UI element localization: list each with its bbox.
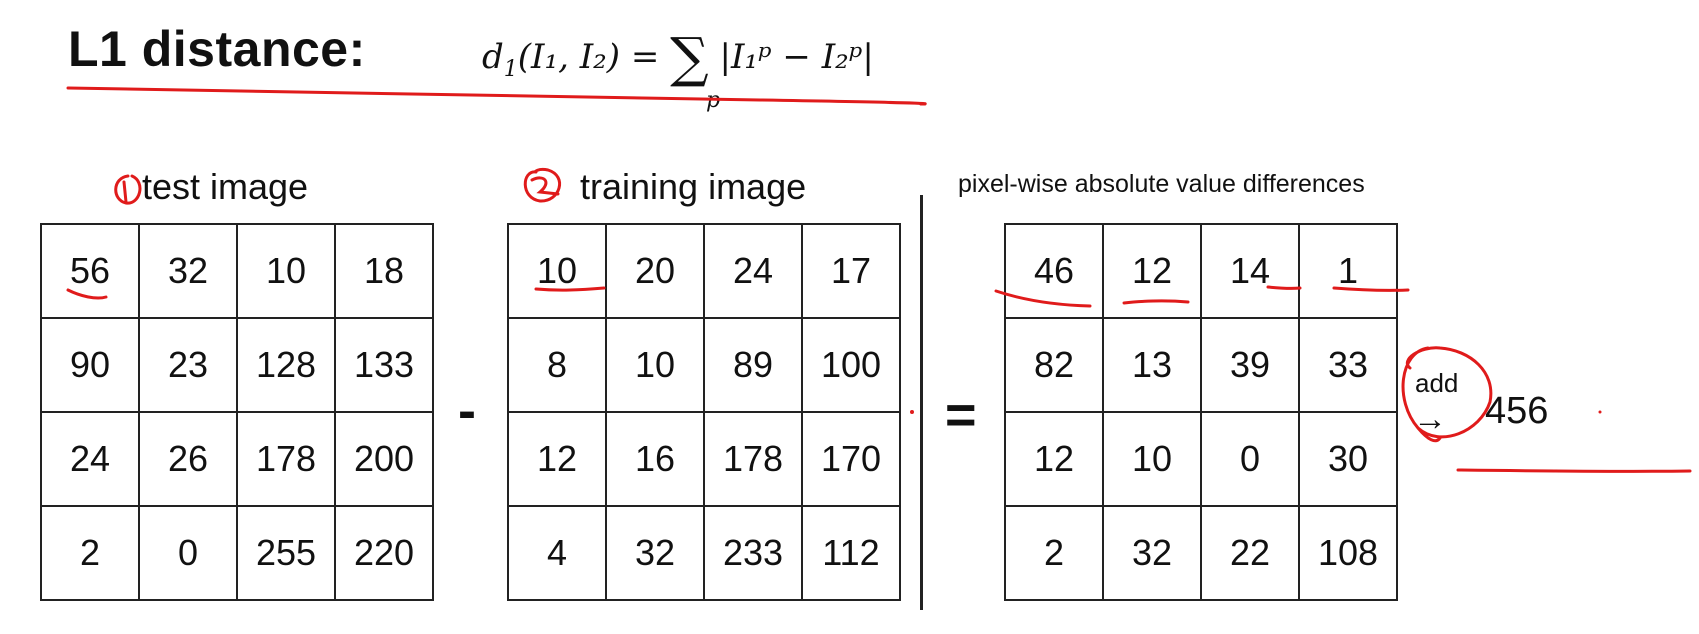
ink-annotations (66, 86, 1692, 473)
underline-46 (994, 289, 1092, 308)
ink-dot (910, 410, 914, 414)
underline-1 (1332, 286, 1410, 292)
ink-dot (1598, 410, 1602, 414)
add-circle (1401, 346, 1493, 443)
underline-56 (66, 288, 108, 300)
result-underline (1456, 468, 1692, 473)
circled-2-marker (523, 167, 561, 203)
underline-14 (1266, 285, 1302, 290)
underline-10 (534, 286, 606, 292)
underline-12 (1122, 299, 1190, 305)
title-underline (66, 86, 927, 106)
circled-1-marker (114, 174, 142, 205)
